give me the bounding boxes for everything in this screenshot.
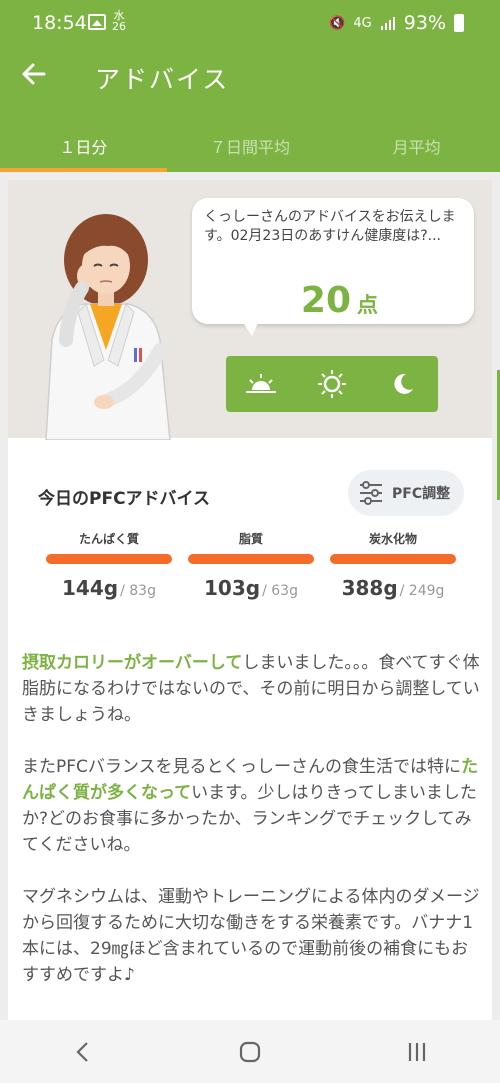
pfc-label: たんぱく質 xyxy=(78,532,139,546)
sun-icon xyxy=(317,370,346,398)
advice-bubble: くっしーさんのアドバイスをお伝えします。02月23日のあすけん健康度は?... … xyxy=(192,198,474,324)
status-right: 🔇 4G 93% xyxy=(329,12,464,34)
pfc-target: / 63g xyxy=(262,583,298,599)
pfc-amount: 103 xyxy=(204,576,246,600)
pfc-value: 144g/ 83g xyxy=(46,576,172,600)
battery-icon xyxy=(454,14,464,32)
advisor-illustration xyxy=(45,214,171,440)
pfc-fat: 脂質 103g/ 63g xyxy=(188,530,314,600)
advisor-hero: くっしーさんのアドバイスをお伝えします。02月23日のあすけん健康度は?... … xyxy=(8,180,492,440)
pfc-summary: たんぱく質 144g/ 83g 脂質 103g/ 63g 炭水化物 388g / … xyxy=(46,530,456,600)
pfc-bar xyxy=(188,554,314,564)
sunrise-icon xyxy=(246,374,277,393)
nav-home-button[interactable] xyxy=(220,1032,280,1072)
tab-monthly-average[interactable]: 月平均 xyxy=(333,112,500,172)
tab-bar: １日分 ７日間平均 月平均 xyxy=(0,112,500,172)
pfc-adjust-label: PFC調整 xyxy=(392,486,451,502)
pfc-value: 103g/ 63g xyxy=(188,576,314,600)
pfc-carbs: 炭水化物 388g/ 249g xyxy=(330,530,456,600)
advice-paragraph: マグネシウムは、運動やトレーニングによる体内のダメージから回復するために大切な働… xyxy=(22,887,480,985)
pfc-unit: g xyxy=(383,576,398,600)
status-bar: 18:54 水 26 🔇 4G 93% xyxy=(0,0,500,46)
home-nav-icon xyxy=(239,1041,261,1062)
mute-icon: 🔇 xyxy=(329,15,346,31)
signal-icon xyxy=(380,17,395,30)
weather-temp: 26 xyxy=(112,20,126,33)
health-score-value: 20 xyxy=(300,280,351,321)
advice-card: くっしーさんのアドバイスをお伝えします。02月23日のあすけん健康度は?... … xyxy=(8,180,492,1020)
app-bar: アドバイス xyxy=(0,46,500,110)
advice-paragraph: またPFCバランスを見るとくっしーさんの食生活では特にたんぱく質が多くなっていま… xyxy=(22,754,482,858)
pfc-value: 388g/ 249g xyxy=(330,576,456,600)
tab-7day-average[interactable]: ７日間平均 xyxy=(167,112,334,172)
battery-percent: 93% xyxy=(403,12,446,34)
health-score-unit: 点 xyxy=(357,293,378,317)
pfc-target: / 249g xyxy=(399,583,445,599)
advice-text-span: またPFCバランスを見るとくっしーさんの食生活では特に xyxy=(22,757,462,777)
pfc-label: 炭水化物 xyxy=(368,532,417,546)
recents-nav-icon xyxy=(408,1042,425,1061)
tab-daily[interactable]: １日分 xyxy=(0,112,167,172)
nav-recents-button[interactable] xyxy=(387,1032,447,1072)
back-button[interactable] xyxy=(20,60,54,94)
gallery-icon xyxy=(88,14,106,30)
page-title: アドバイス xyxy=(95,65,230,94)
pfc-amount: 144 xyxy=(62,576,104,600)
pfc-target: / 83g xyxy=(120,583,156,599)
pfc-adjust-button[interactable]: PFC調整 xyxy=(348,470,464,516)
pfc-label: 脂質 xyxy=(238,532,263,546)
moon-icon xyxy=(394,373,413,394)
pfc-bar xyxy=(330,554,456,564)
arrow-left-icon xyxy=(22,63,46,85)
advice-paragraph: 摂取カロリーがオーバーしてしまいました。。。食べてすぐ体脂肪になるわけではないの… xyxy=(22,650,482,728)
night-button[interactable] xyxy=(383,364,423,404)
advice-highlight: 摂取カロリーがオーバーして xyxy=(22,653,243,673)
pfc-unit: g xyxy=(103,576,119,600)
bubble-tail xyxy=(240,318,260,336)
advice-text: 摂取カロリーがオーバーしてしまいました。。。食べてすぐ体脂肪になるわけではないの… xyxy=(22,650,482,1014)
morning-button[interactable] xyxy=(241,364,281,404)
pfc-unit: g xyxy=(245,576,261,600)
meal-time-selector xyxy=(226,356,438,412)
pfc-protein: たんぱく質 144g/ 83g xyxy=(46,530,172,600)
pfc-amount: 388 xyxy=(341,576,384,600)
pfc-bar xyxy=(46,554,172,564)
advisor-message: くっしーさんのアドバイスをお伝えします。02月23日のあすけん健康度は?... xyxy=(204,209,456,244)
system-nav-bar xyxy=(0,1020,500,1083)
health-score: 20 点 xyxy=(301,280,378,321)
sliders-icon xyxy=(360,481,382,505)
back-nav-icon xyxy=(76,1041,89,1062)
status-time: 18:54 xyxy=(32,12,87,34)
noon-button[interactable] xyxy=(312,364,352,404)
weather-indicator: 水 26 xyxy=(112,10,126,32)
nav-back-button[interactable] xyxy=(53,1032,113,1072)
network-label: 4G xyxy=(353,15,372,31)
pfc-section-title: 今日のPFCアドバイス xyxy=(38,489,211,509)
